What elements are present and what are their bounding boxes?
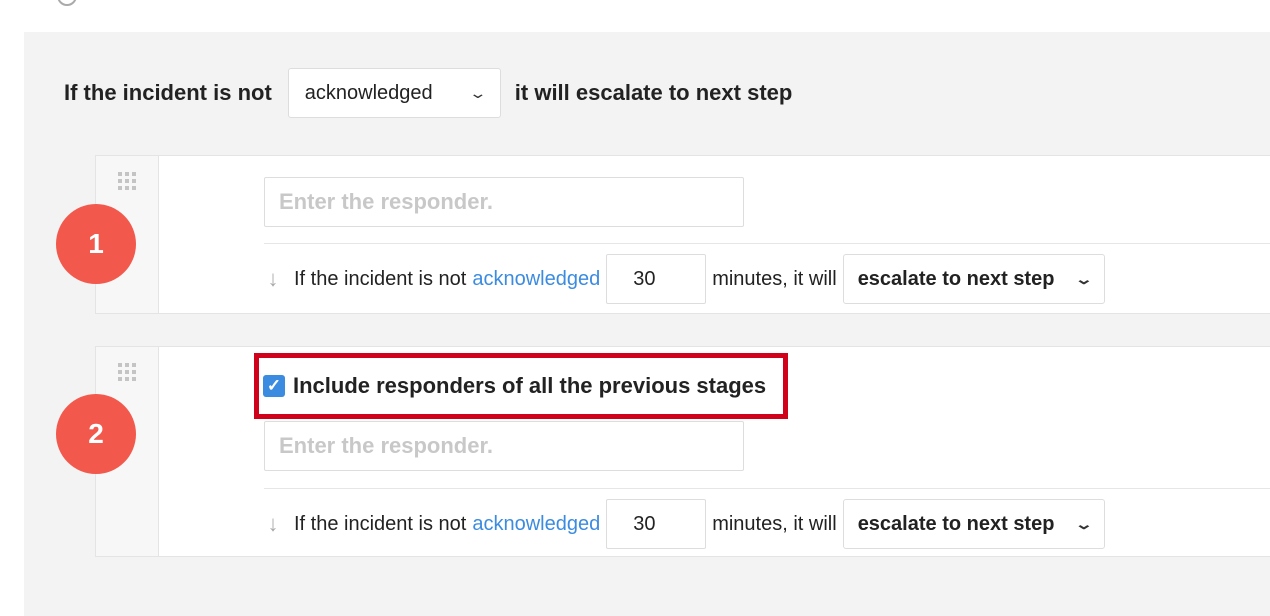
stage-1: ↓ If the incident is not acknowledged mi… [95,155,1270,314]
stage-1-responder-input[interactable] [264,177,744,227]
stage-2-rule: ↓ If the incident is not acknowledged mi… [264,499,1105,549]
stage-1-minutes-input[interactable] [606,254,707,304]
top-strip [0,0,1270,32]
include-previous-checkbox[interactable]: ✓ [263,375,285,397]
stage-2-divider [264,488,1270,489]
include-previous-highlight: ✓ Include responders of all the previous… [254,353,788,419]
stage-1-number-badge: 1 [56,204,136,284]
checkmark-icon: ✓ [266,376,282,395]
chevron-down-icon: ⌄ [468,84,488,101]
arrow-down-icon: ↓ [267,266,279,291]
condition-select-value: acknowledged [304,81,433,104]
stage-2-minutes-input[interactable] [606,499,707,549]
condition-select[interactable]: acknowledged ⌄ [287,68,501,118]
stage-1-rule-prefix: If the incident is not [294,267,467,290]
arrow-down-icon: ↓ [267,511,279,536]
stage-2-responder-input[interactable] [264,421,744,471]
stage-1-rule: ↓ If the incident is not acknowledged mi… [264,254,1105,304]
chevron-down-icon: ⌄ [1074,270,1094,287]
header-prefix: If the incident is not [64,80,272,105]
drag-handle-icon[interactable] [118,172,140,194]
stage-2-action-select[interactable]: escalate to next step ⌄ [842,499,1105,549]
drag-handle-icon[interactable] [118,363,140,385]
stage-2-number-badge: 2 [56,394,136,474]
stage-2-condition-link[interactable]: acknowledged [472,513,600,536]
header-suffix: it will escalate to next step [514,80,793,105]
stage-1-action-select[interactable]: escalate to next step ⌄ [842,254,1105,304]
stage-1-divider [264,243,1270,244]
escalation-header: If the incident is not acknowledged ⌄ it… [64,68,792,118]
stage-2: ✓ Include responders of all the previous… [95,346,1270,557]
stage-2-action-value: escalate to next step [857,512,1055,535]
radio-icon[interactable] [57,0,77,6]
escalation-panel: If the incident is not acknowledged ⌄ it… [24,32,1270,616]
stage-2-rule-prefix: If the incident is not [294,512,467,535]
stage-1-rule-middle: minutes, it will [712,267,837,290]
include-previous-label[interactable]: Include responders of all the previous s… [293,373,766,399]
stage-1-condition-link[interactable]: acknowledged [472,268,600,291]
stage-2-rule-middle: minutes, it will [712,512,837,535]
chevron-down-icon: ⌄ [1074,515,1094,532]
stage-1-action-value: escalate to next step [857,267,1055,290]
